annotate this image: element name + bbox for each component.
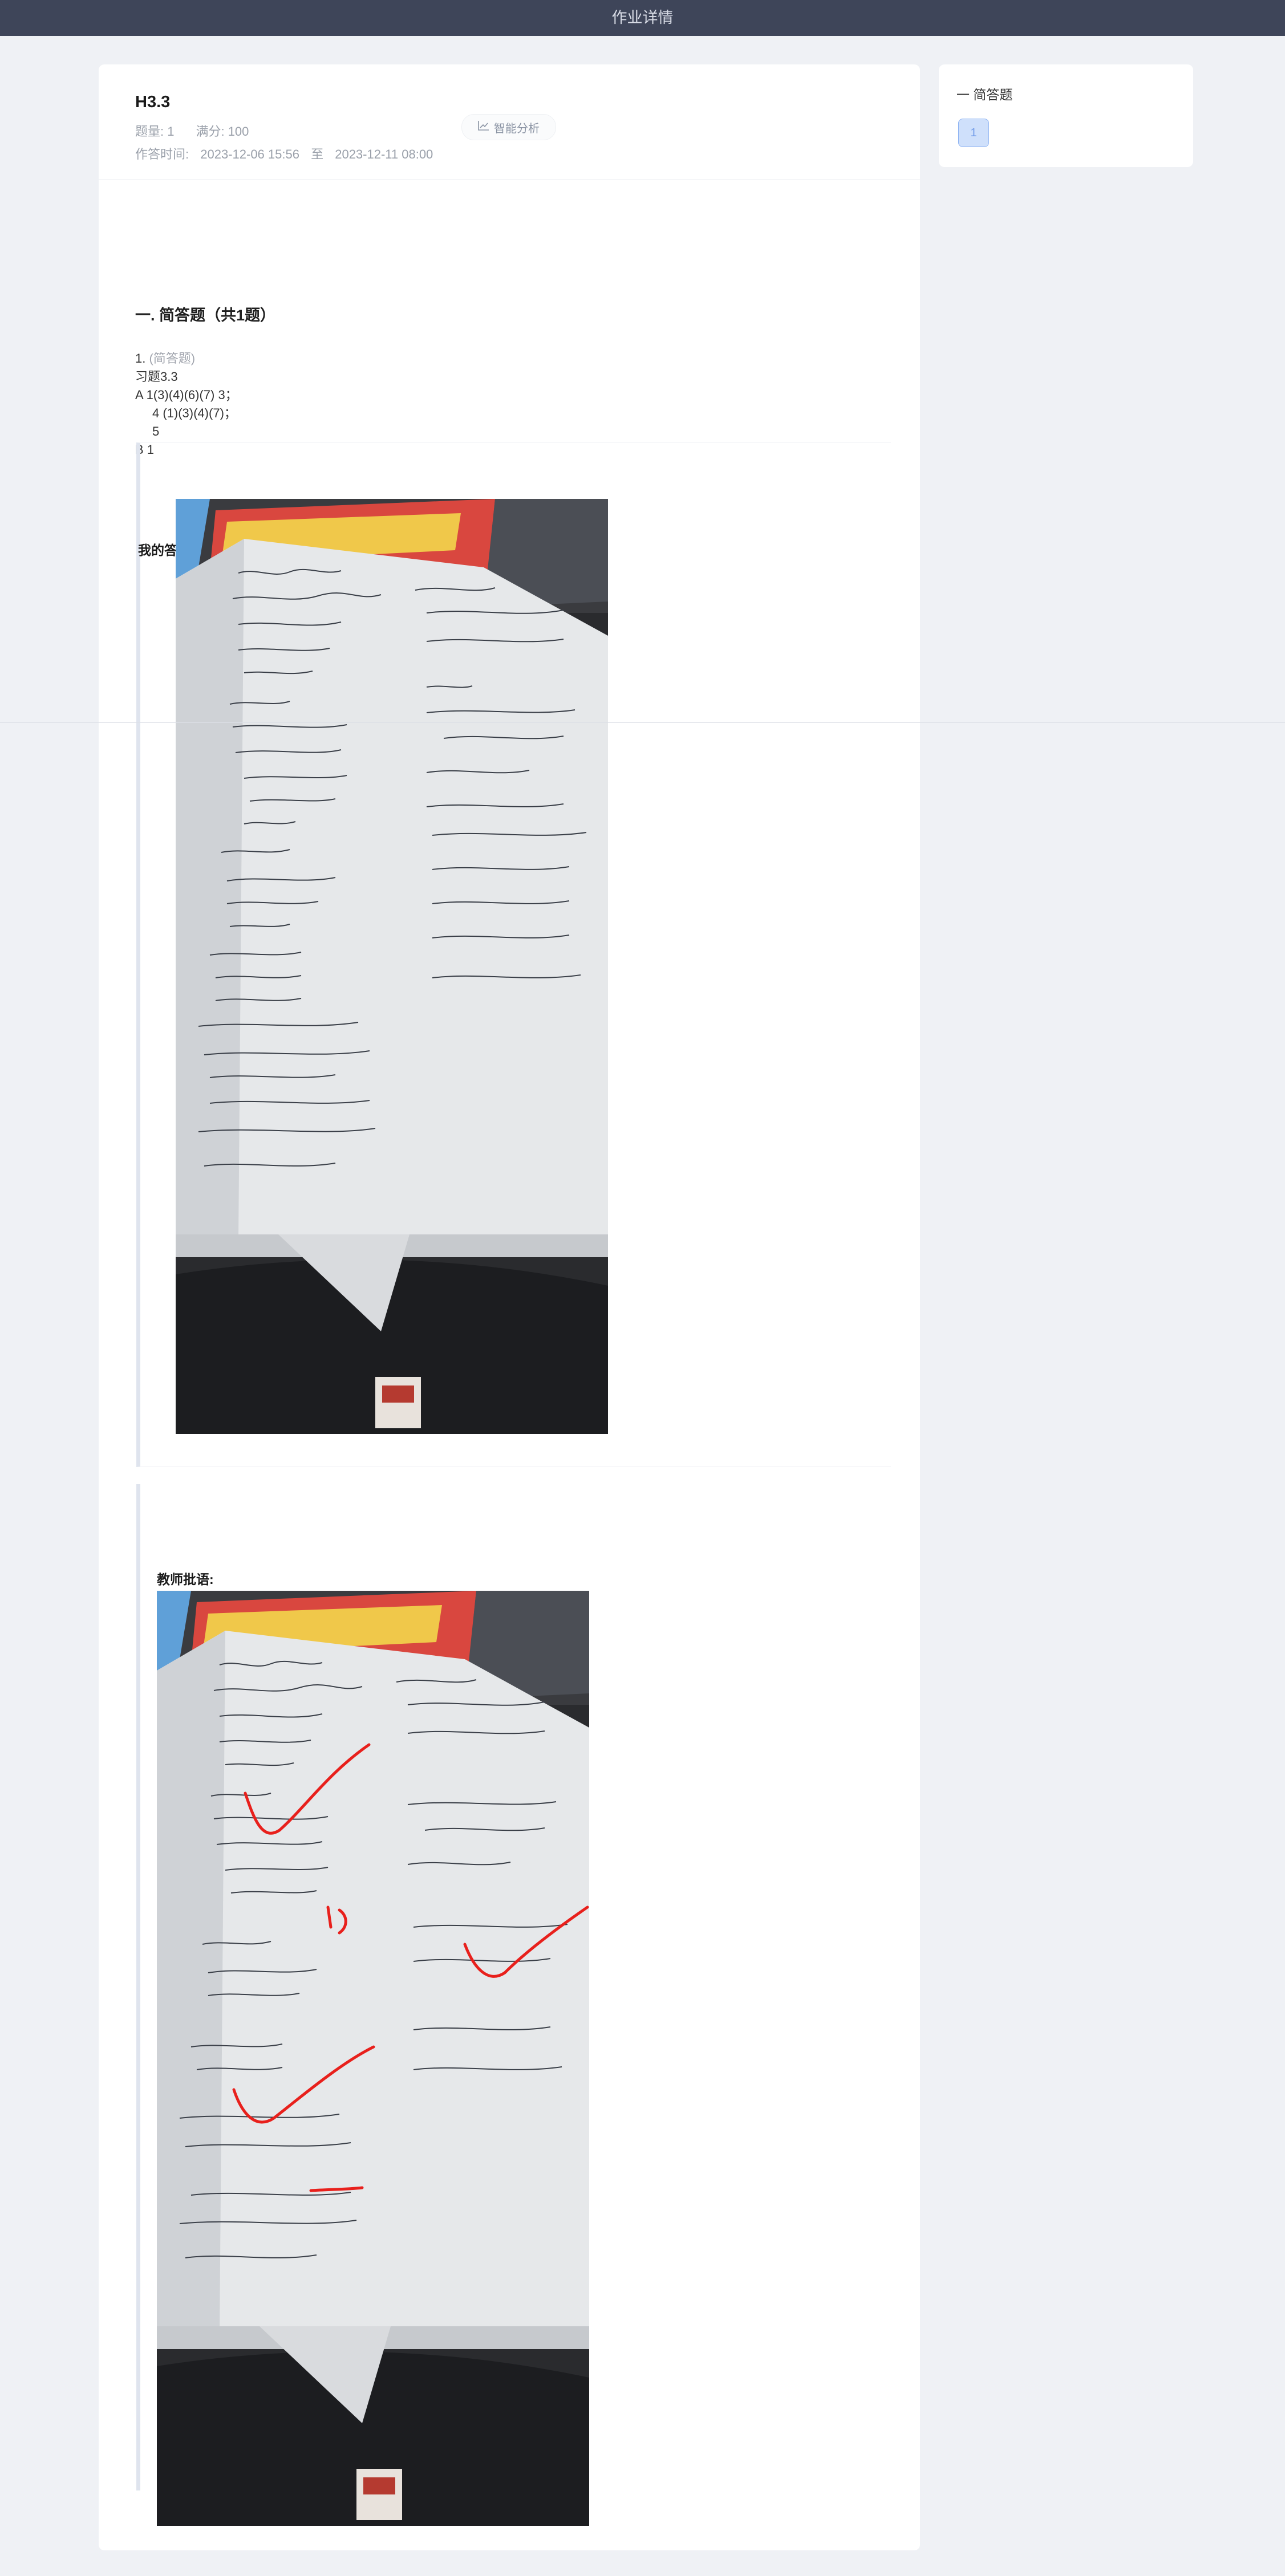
smart-analysis-button[interactable]: 智能分析 (461, 114, 556, 140)
overlay-line (0, 722, 1285, 723)
header-divider (99, 179, 920, 180)
question-type: (简答题) (149, 351, 196, 365)
time-label: 作答时间: (135, 147, 189, 161)
section-title: 一. 简答题（共1题） (135, 307, 276, 324)
homework-card: H3.3 题量: 1 满分: 100 作答时间: 2023-12-06 15:56… (99, 64, 920, 2550)
question-nav-item[interactable]: 1 (958, 119, 989, 147)
window-title: 作业详情 (611, 9, 674, 26)
question-line: 习题3.3 (135, 369, 178, 384)
end-time: 2023-12-11 08:00 (335, 147, 433, 161)
chart-icon (478, 120, 489, 134)
to-label: 至 (311, 147, 324, 161)
start-time: 2023-12-06 15:56 (200, 147, 299, 161)
page-header: 作业详情 (0, 0, 1285, 36)
teacher-comment-label: 教师批语: (157, 1572, 214, 1587)
nav-section-title: 一 简答题 (956, 87, 1013, 102)
comment-photo[interactable] (157, 1591, 589, 2526)
question-number: 1. (135, 351, 146, 365)
question-line: A 1(3)(4)(6)(7) 3； (135, 388, 238, 402)
answer-photo[interactable] (176, 499, 608, 1434)
smart-analysis-label: 智能分析 (494, 122, 540, 135)
full-score: 满分: 100 (196, 124, 249, 139)
answer-time: 作答时间: 2023-12-06 15:56 至 2023-12-11 08:0… (135, 144, 441, 162)
question-line: 4 (1)(3)(4)(7)； (152, 406, 237, 420)
homework-meta: 题量: 1 满分: 100 (135, 121, 270, 140)
question-count: 题量: 1 (135, 124, 175, 139)
question-line: 5 (152, 424, 160, 438)
question-nav-card: 一 简答题 1 (939, 64, 1193, 167)
homework-title: H3.3 (135, 93, 171, 111)
